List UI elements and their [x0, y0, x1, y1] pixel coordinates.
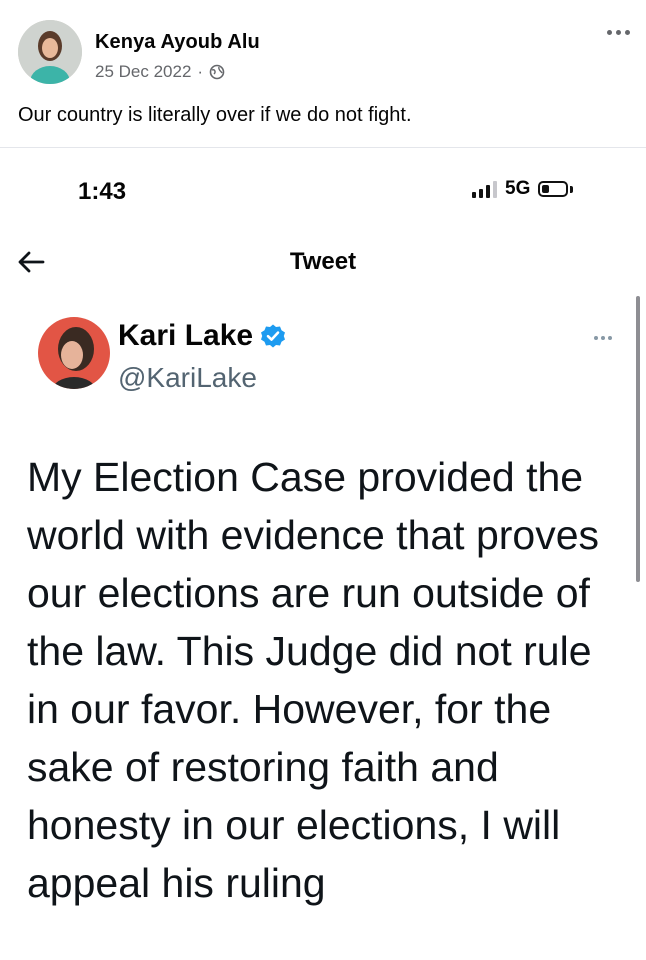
post-meta: 25 Dec 2022 ·	[95, 62, 225, 82]
signal-icon	[472, 180, 497, 198]
tweet-author-avatar[interactable]	[38, 317, 110, 389]
battery-icon	[538, 181, 569, 197]
post-text: Our country is literally over if we do n…	[18, 104, 412, 126]
tweet-author-handle[interactable]: @KariLake	[118, 362, 257, 394]
signal-bar	[479, 189, 483, 198]
post-options-icon[interactable]	[607, 30, 630, 35]
author-photo	[18, 20, 82, 84]
signal-bar	[493, 181, 497, 198]
facebook-post-header: Kenya Ayoub Alu 25 Dec 2022 · Our countr…	[0, 0, 646, 148]
verified-badge-icon	[261, 324, 286, 348]
network-label: 5G	[505, 178, 531, 199]
author-name[interactable]: Kenya Ayoub Alu	[95, 31, 260, 54]
dot	[601, 336, 605, 340]
signal-bar	[486, 185, 490, 198]
dot	[607, 30, 612, 35]
tweet-author-name[interactable]: Kari Lake	[118, 319, 286, 353]
tweet-screenshot[interactable]: 1:43 5G Tweet Kari Lake @KariLake My Ele…	[0, 148, 646, 960]
tweet-options-icon[interactable]	[594, 336, 612, 340]
post-date[interactable]: 25 Dec 2022	[95, 62, 191, 82]
status-indicators: 5G	[472, 178, 574, 200]
dot	[616, 30, 621, 35]
dot	[608, 336, 612, 340]
author-avatar[interactable]	[18, 20, 82, 84]
tweet-author-photo	[38, 317, 110, 389]
status-time: 1:43	[78, 178, 127, 205]
page-title: Tweet	[289, 248, 357, 275]
meta-separator: ·	[197, 62, 204, 81]
battery-level	[542, 185, 550, 193]
scrollbar[interactable]	[636, 296, 640, 582]
dot	[594, 336, 598, 340]
battery-cap	[570, 185, 574, 193]
tweet-author-name-text: Kari Lake	[118, 319, 254, 352]
globe-icon[interactable]	[209, 64, 225, 80]
dot	[625, 30, 630, 35]
tweet-text: My Election Case provided the world with…	[27, 454, 600, 906]
signal-bar	[472, 192, 476, 198]
